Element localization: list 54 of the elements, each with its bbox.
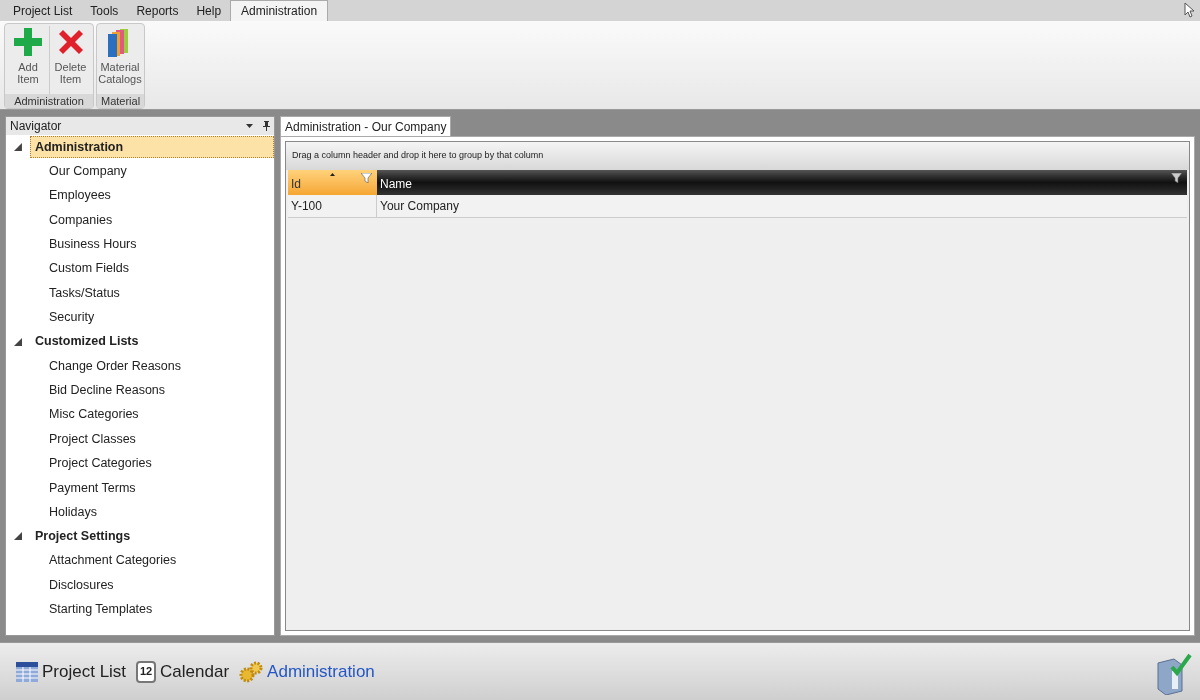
tree-group-item[interactable]: Customized Lists [30, 330, 144, 353]
ribbon-button[interactable]: Add Item [7, 26, 49, 94]
tree-item[interactable]: Payment Terms [6, 475, 140, 501]
expander-icon[interactable] [14, 532, 22, 541]
gears-icon [239, 660, 264, 683]
filter-icon[interactable] [1171, 173, 1182, 183]
tree-item[interactable]: Tasks/Status [6, 280, 124, 306]
document-tab[interactable]: Administration - Our Company [280, 116, 452, 136]
tree-item[interactable]: Employees [6, 183, 115, 208]
expander-icon[interactable] [14, 337, 22, 346]
tree-item[interactable]: Attachment Categories [6, 548, 181, 573]
plus-icon [12, 26, 44, 58]
nav-button[interactable]: Project List [16, 658, 127, 685]
cursor-icon [1184, 2, 1196, 18]
column-header[interactable]: Id [288, 170, 377, 195]
expander-icon[interactable] [14, 143, 22, 151]
tree-item[interactable]: Disclosures [6, 572, 118, 598]
menu-tab[interactable]: Tools [81, 0, 128, 21]
ribbon-group-label: Material [97, 94, 145, 108]
table-cell-text: Your Company [379, 198, 460, 215]
checkmark-box-icon [1154, 651, 1192, 695]
tree-item[interactable]: Starting Templates [6, 597, 157, 622]
tree-group-item[interactable]: Administration [29, 136, 274, 158]
tree-item[interactable]: Custom Fields [6, 256, 133, 281]
tree-item[interactable]: Change Order Reasons [6, 353, 186, 379]
ribbon-button[interactable]: Material Catalogs [99, 26, 141, 94]
dropdown-icon[interactable] [246, 124, 253, 128]
sort-icon [330, 173, 335, 176]
column-header[interactable]: Name [377, 170, 1187, 195]
column-title: Name [380, 176, 412, 193]
tree-item[interactable]: Companies [6, 207, 117, 233]
pin-icon[interactable] [263, 121, 270, 131]
table-cell: Y-100 [288, 195, 377, 217]
menu-tab[interactable]: Project List [4, 0, 82, 21]
tree-item[interactable]: Our Company [6, 159, 131, 184]
menu-tab[interactable]: Administration [230, 0, 329, 21]
tree-group-item[interactable]: Project Settings [30, 525, 136, 548]
tree-item[interactable]: Security [6, 305, 99, 330]
menu-tab[interactable]: Reports [127, 0, 188, 21]
tree-item[interactable]: Bid Decline Reasons [6, 378, 170, 403]
calendar-icon: 12 [136, 660, 157, 683]
tree-item[interactable]: Business Hours [6, 232, 141, 257]
nav-button[interactable]: 12 Calendar [136, 658, 230, 685]
tree-item[interactable]: Project Classes [6, 426, 140, 452]
tree-item[interactable]: Holidays [6, 500, 101, 525]
tree-item[interactable]: Misc Categories [6, 402, 143, 427]
column-title: Id [291, 176, 301, 193]
group-hint: Drag a column header and drop it here to group by that column [292, 149, 544, 163]
menu-tab[interactable]: Help [187, 0, 231, 21]
nav-button[interactable]: Administration [239, 658, 375, 685]
tree-item[interactable]: Project Categories [6, 451, 156, 476]
table-icon [16, 661, 38, 682]
navigator-title: Navigator [10, 118, 63, 135]
ribbon-group-label: Administration [5, 94, 93, 108]
